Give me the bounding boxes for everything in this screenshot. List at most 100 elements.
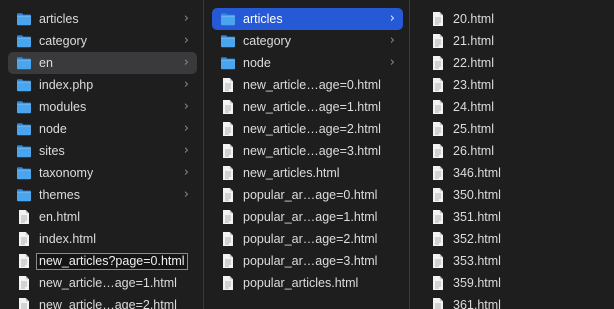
item-label: articles [243,12,283,26]
file-item[interactable]: popular_ar…age=0.html [212,184,403,206]
folder-item[interactable]: modules › [8,96,197,118]
folder-item[interactable]: themes › [8,184,197,206]
file-icon [16,253,32,269]
file-icon [220,231,236,247]
file-icon [220,275,236,291]
file-item[interactable]: new_article…age=3.html [212,140,403,162]
chevron-right-icon: › [389,11,395,26]
file-item[interactable]: 25.html [422,118,608,140]
file-icon [220,187,236,203]
folder-item[interactable]: node › [8,118,197,140]
folder-icon [16,187,32,203]
file-item[interactable]: new_article…age=0.html [212,74,403,96]
file-icon [430,187,446,203]
file-item[interactable]: new_articles?page=0.html [8,250,197,272]
item-label: node [39,122,67,136]
item-label: 346.html [453,166,501,180]
file-icon [16,275,32,291]
chevron-right-icon: › [389,33,395,48]
file-icon [220,143,236,159]
chevron-right-icon: › [183,165,189,180]
item-label: new_article…age=0.html [243,78,381,92]
file-icon [430,55,446,71]
item-label: 361.html [453,298,501,309]
file-item[interactable]: new_article…age=1.html [212,96,403,118]
file-item[interactable]: popular_ar…age=2.html [212,228,403,250]
file-item[interactable]: index.html [8,228,197,250]
file-item[interactable]: new_article…age=2.html [212,118,403,140]
item-label: 24.html [453,100,494,114]
file-item[interactable]: 361.html [422,294,608,309]
file-item[interactable]: en.html [8,206,197,228]
file-item[interactable]: popular_ar…age=3.html [212,250,403,272]
file-item[interactable]: new_articles.html [212,162,403,184]
file-item[interactable]: 26.html [422,140,608,162]
item-label: 25.html [453,122,494,136]
folder-icon [220,55,236,71]
file-icon [430,121,446,137]
folder-item[interactable]: articles › [8,8,197,30]
item-label: popular_ar…age=0.html [243,188,378,202]
item-label: en.html [39,210,80,224]
file-item[interactable]: 23.html [422,74,608,96]
item-label: category [39,34,87,48]
file-item[interactable]: 350.html [422,184,608,206]
file-item[interactable]: 351.html [422,206,608,228]
file-item[interactable]: 352.html [422,228,608,250]
item-label: index.php [39,78,94,92]
file-icon [430,231,446,247]
file-item[interactable]: 346.html [422,162,608,184]
file-icon [430,11,446,27]
file-icon [220,77,236,93]
file-item[interactable]: new_article…age=2.html [8,294,197,309]
folder-item[interactable]: index.php › [8,74,197,96]
file-item[interactable]: 353.html [422,250,608,272]
folder-icon [16,99,32,115]
item-label: taxonomy [39,166,94,180]
file-icon [220,209,236,225]
folder-item[interactable]: sites › [8,140,197,162]
item-label: new_article…age=3.html [243,144,381,158]
column-articles[interactable]: 20.html 21.html 22.html 23.html 24.html 25.ht… [410,0,614,309]
folder-item[interactable]: taxonomy › [8,162,197,184]
file-item[interactable]: new_article…age=1.html [8,272,197,294]
column-en[interactable]: articles › category › node › new_article…age=0… [204,0,410,309]
file-item[interactable]: popular_ar…age=1.html [212,206,403,228]
folder-item[interactable]: category › [212,30,403,52]
item-label: 22.html [453,56,494,70]
folder-item[interactable]: node › [212,52,403,74]
item-label: modules [39,100,87,114]
item-label: sites [39,144,65,158]
item-label: themes [39,188,80,202]
file-icon [430,275,446,291]
chevron-right-icon: › [183,11,189,26]
folder-icon [16,55,32,71]
folder-icon [220,11,236,27]
folder-item[interactable]: category › [8,30,197,52]
file-icon [430,165,446,181]
folder-item[interactable]: en › [8,52,197,74]
file-icon [220,165,236,181]
file-item[interactable]: popular_articles.html [212,272,403,294]
folder-icon [220,33,236,49]
item-label: new_article…age=1.html [39,276,177,290]
file-item[interactable]: 24.html [422,96,608,118]
chevron-right-icon: › [183,33,189,48]
file-item[interactable]: 20.html [422,8,608,30]
folder-item[interactable]: articles › [212,8,403,30]
file-item[interactable]: 21.html [422,30,608,52]
item-label: 352.html [453,232,501,246]
item-label: new_article…age=2.html [243,122,381,136]
item-label: 351.html [453,210,501,224]
column-parent[interactable]: articles › category › en › index.php › modules › n… [0,0,204,309]
chevron-right-icon: › [183,187,189,202]
item-label: 23.html [453,78,494,92]
chevron-right-icon: › [183,77,189,92]
chevron-right-icon: › [183,55,189,70]
file-item[interactable]: 22.html [422,52,608,74]
folder-icon [16,33,32,49]
rename-field[interactable]: new_articles?page=0.html [36,252,188,270]
item-label: en [39,56,53,70]
file-item[interactable]: 359.html [422,272,608,294]
file-icon [220,253,236,269]
